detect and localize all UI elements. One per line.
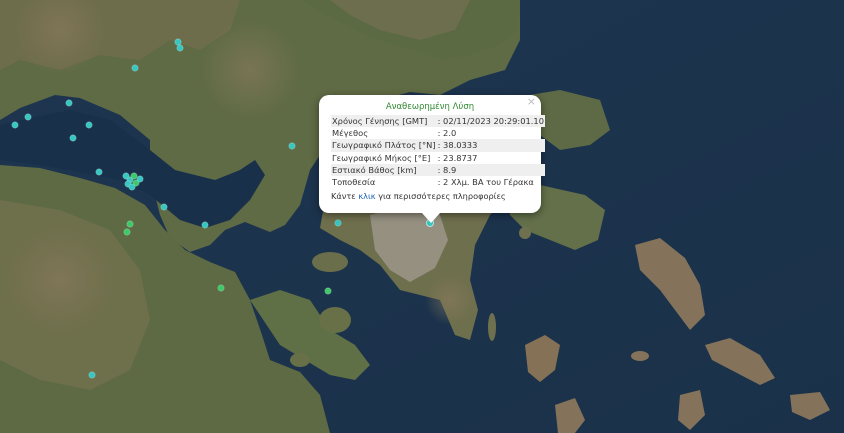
island-poros [290, 353, 310, 367]
more-info-prefix: Κάντε [331, 191, 359, 202]
island-small-3 [519, 227, 531, 239]
info-label-longitude: Γεωγραφικό Μήκος [°E] [332, 152, 431, 163]
info-label-location: Τοποθεσία [332, 177, 376, 188]
earthquake-marker[interactable] [123, 228, 131, 236]
terrain-spot [5, 225, 115, 335]
earthquake-marker[interactable] [85, 121, 93, 129]
more-info-link[interactable]: κλικ [358, 191, 375, 201]
info-value-depth: : 8.9 [436, 163, 545, 176]
info-row: Εστιακό Βάθος [km] : 8.9 [331, 163, 545, 176]
info-row: Γεωγραφικό Μήκος [°E] : 23.8737 [331, 152, 545, 164]
earthquake-marker[interactable] [217, 284, 225, 292]
earthquake-marker[interactable] [174, 38, 182, 46]
earthquake-marker[interactable] [126, 220, 134, 228]
earthquake-marker[interactable] [131, 64, 139, 72]
earthquake-marker[interactable] [334, 219, 342, 227]
more-info-suffix: για περισσότερες πληροφορίες [375, 191, 506, 202]
earthquake-marker[interactable] [65, 99, 73, 107]
more-info-text: Κάντε κλικ για περισσότερες πληροφορίες [331, 191, 529, 201]
popup-title: Αναθεωρημένη Λύση [385, 102, 475, 112]
earthquake-marker[interactable] [160, 203, 168, 211]
info-label-origin-time: Χρόνος Γένησης [GMT] [331, 115, 437, 128]
earthquake-info-table: Χρόνος Γένησης [GMT] : 02/11/2023 20:29:… [331, 115, 545, 188]
info-label-depth: Εστιακό Βάθος [km] [331, 163, 437, 176]
earthquake-info-popup: × Αναθεωρημένη Λύση Χρόνος Γένησης [GMT]… [319, 95, 545, 223]
earthquake-marker[interactable] [201, 221, 209, 229]
earthquake-marker[interactable] [24, 113, 32, 121]
close-icon[interactable]: × [527, 96, 536, 108]
info-row: Χρόνος Γένησης [GMT] : 02/11/2023 20:29:… [331, 115, 545, 128]
info-value-latitude: : 38.0333 [436, 139, 545, 152]
earthquake-marker[interactable] [69, 134, 77, 142]
island-aegina [319, 307, 351, 333]
earthquake-marker[interactable] [11, 121, 19, 129]
terrain-spot [200, 20, 300, 120]
earthquake-marker[interactable] [324, 287, 332, 295]
island-small-2 [488, 313, 496, 341]
popup-pointer [422, 213, 440, 223]
info-row: Τοποθεσία : 2 Χλμ. ΒΑ του Γέρακα [331, 176, 545, 188]
info-value-longitude: : 23.8737 [437, 152, 478, 163]
info-value-magnitude: : 2.0 [437, 128, 457, 139]
info-value-location: : 2 Χλμ. ΒΑ του Γέρακα [437, 177, 534, 188]
earthquake-marker[interactable] [288, 142, 296, 150]
island-salamina [312, 252, 348, 272]
info-row: Μέγεθος : 2.0 [331, 127, 545, 139]
earthquake-marker[interactable] [136, 175, 144, 183]
earthquake-marker[interactable] [88, 371, 96, 379]
info-label-latitude: Γεωγραφικό Πλάτος [°N] [331, 139, 437, 152]
earthquake-marker[interactable] [176, 44, 184, 52]
earthquake-marker[interactable] [128, 183, 136, 191]
earthquake-marker[interactable] [130, 172, 138, 180]
info-label-magnitude: Μέγεθος [332, 128, 369, 139]
info-row: Γεωγραφικό Πλάτος [°N] : 38.0333 [331, 139, 545, 152]
earthquake-marker[interactable] [95, 168, 103, 176]
terrain-spot [425, 275, 475, 325]
island-small-1 [631, 351, 649, 361]
info-value-origin-time: : 02/11/2023 20:29:01.10 [436, 115, 545, 128]
